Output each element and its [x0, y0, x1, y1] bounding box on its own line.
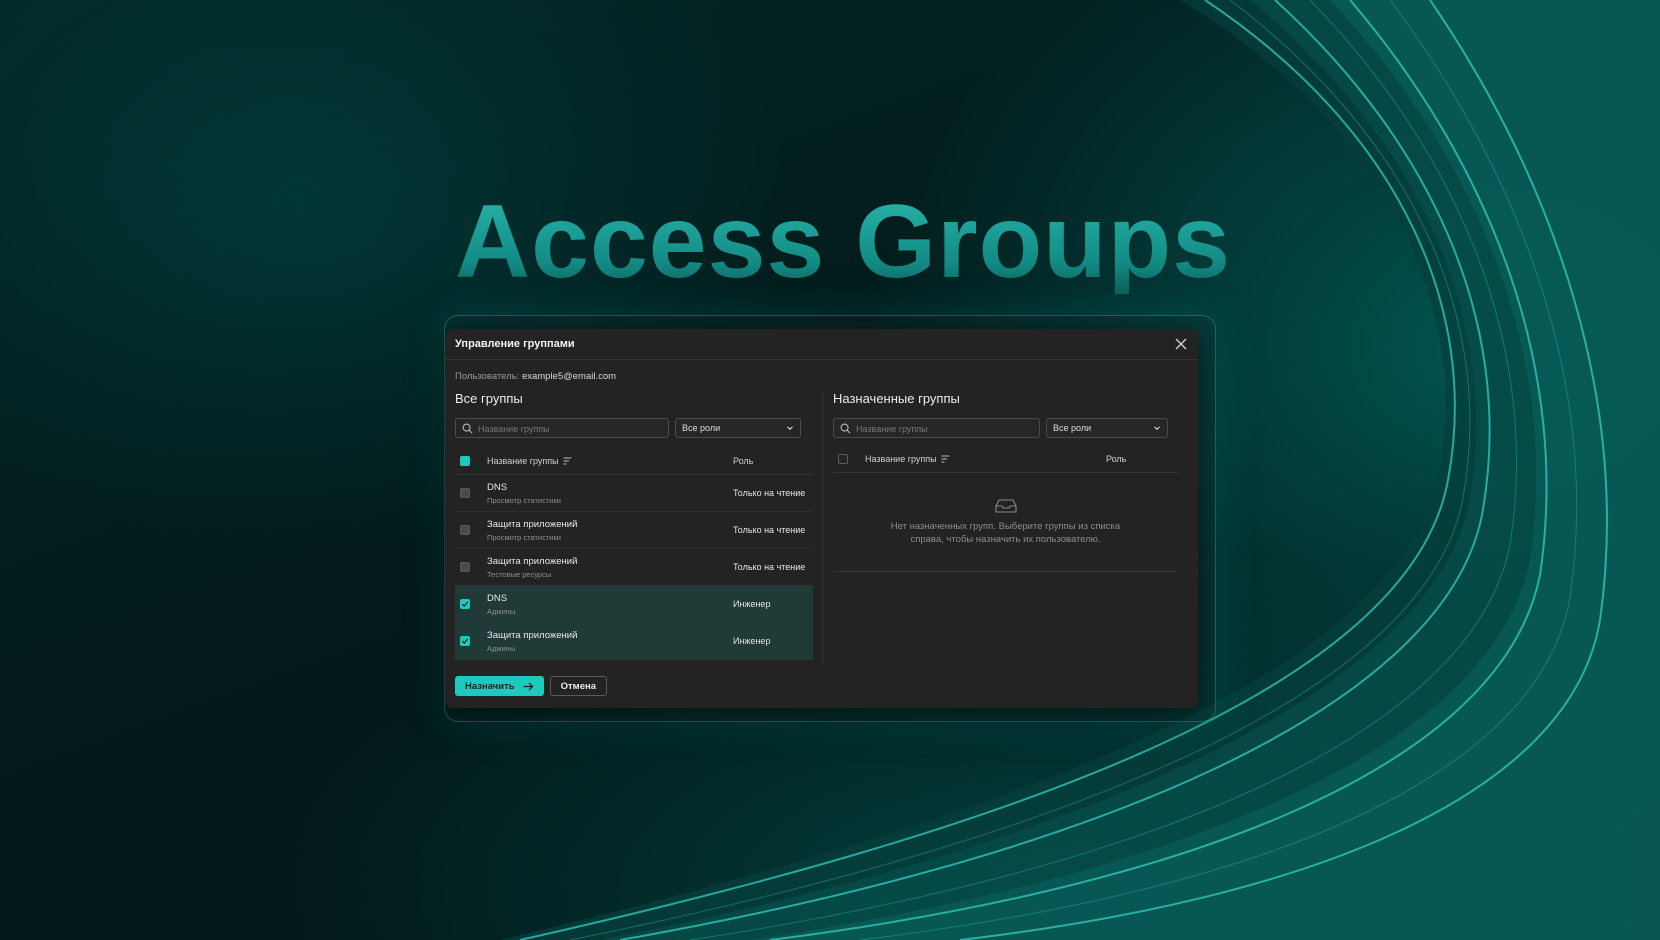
group-subtitle: Просмотр статистики: [487, 532, 561, 542]
group-subtitle: Тестовые ресурсы: [487, 569, 552, 579]
assigned-groups-search-input[interactable]: [834, 420, 1039, 438]
group-role: Инженер: [733, 636, 771, 646]
table-row[interactable]: DNS Админы Инженер: [455, 586, 813, 623]
empty-state: Нет назначенных групп. Выберите группы и…: [833, 473, 1178, 572]
group-name: Защита приложений: [487, 629, 578, 641]
dialog-footer: Назначить Отмена: [455, 676, 607, 696]
assigned-groups-title: Назначенные группы: [833, 391, 960, 406]
group-name: Защита приложений: [487, 555, 578, 567]
user-info: Пользователь: example5@email.com: [455, 371, 616, 382]
all-groups-table: Название группы Роль DNS Просмотр статис…: [455, 448, 813, 660]
group-role: Только на чтение: [733, 525, 806, 535]
column-header-role: Роль: [733, 456, 754, 466]
column-header-name[interactable]: Название группы: [487, 456, 559, 466]
group-subtitle: Админы: [487, 643, 516, 653]
column-header-role: Роль: [1106, 454, 1127, 464]
assigned-groups-pane: Назначенные группы Все роли: [833, 389, 1178, 572]
group-name: DNS: [487, 592, 508, 604]
assigned-groups-filters: Все роли: [833, 418, 1178, 438]
row-checkbox[interactable]: [460, 636, 470, 646]
search-icon: [840, 423, 851, 434]
assigned-groups-search: [833, 418, 1040, 438]
all-groups-role-select[interactable]: Все роли: [675, 418, 801, 438]
row-checkbox[interactable]: [460, 562, 470, 572]
table-row[interactable]: Защита приложений Тестовые ресурсы Тольк…: [455, 549, 813, 586]
all-groups-role-value: Все роли: [682, 423, 721, 433]
all-groups-title: Все группы: [455, 391, 523, 406]
all-groups-search-input[interactable]: [456, 420, 668, 438]
row-checkbox[interactable]: [460, 525, 470, 535]
inbox-icon: [994, 499, 1017, 513]
assigned-groups-role-value: Все роли: [1053, 423, 1092, 433]
select-all-checkbox[interactable]: [460, 456, 470, 466]
check-icon: [461, 601, 469, 607]
check-icon: [461, 638, 469, 644]
table-row[interactable]: Защита приложений Просмотр статистики То…: [455, 512, 813, 549]
arrow-right-icon: [523, 682, 534, 690]
sort-icon[interactable]: [941, 455, 950, 463]
hero-title: Access Groups: [455, 184, 1231, 300]
table-row[interactable]: Защита приложений Админы Инженер: [455, 623, 813, 660]
manage-groups-dialog: Управление группами Пользователь: exampl…: [445, 329, 1198, 708]
dialog-header: Управление группами: [445, 329, 1198, 360]
all-groups-search: [455, 418, 669, 438]
group-name: DNS: [487, 481, 508, 493]
column-header-name[interactable]: Название группы: [865, 454, 937, 464]
all-groups-table-header: Название группы Роль: [455, 448, 813, 475]
dialog-title: Управление группами: [455, 338, 575, 350]
group-name: Защита приложений: [487, 518, 578, 530]
partial-check-icon: [462, 458, 468, 464]
row-checkbox[interactable]: [460, 488, 470, 498]
group-role: Инженер: [733, 599, 771, 609]
close-icon[interactable]: [1174, 337, 1188, 351]
chevron-down-icon: [787, 426, 793, 431]
assign-button-label: Назначить: [465, 680, 515, 692]
select-all-assigned-checkbox[interactable]: [838, 454, 848, 464]
group-role: Только на чтение: [733, 562, 806, 572]
table-row[interactable]: DNS Просмотр статистики Только на чтение: [455, 475, 813, 512]
assign-button[interactable]: Назначить: [455, 676, 544, 696]
search-icon: [462, 423, 473, 434]
cancel-button[interactable]: Отмена: [549, 676, 607, 696]
assigned-groups-role-select[interactable]: Все роли: [1046, 418, 1168, 438]
pane-divider: [822, 393, 823, 663]
group-subtitle: Админы: [487, 606, 516, 616]
group-role: Только на чтение: [733, 488, 806, 498]
assigned-groups-table: Название группы Роль Нет назначенных гру…: [833, 446, 1178, 572]
all-groups-filters: Все роли: [455, 418, 813, 438]
user-label: Пользователь:: [455, 371, 520, 382]
row-checkbox[interactable]: [460, 599, 470, 609]
assigned-groups-table-header: Название группы Роль: [833, 446, 1178, 473]
chevron-down-icon: [1154, 426, 1160, 431]
empty-state-text: Нет назначенных групп. Выберите группы и…: [890, 521, 1121, 545]
all-groups-pane: Все группы Все роли: [455, 389, 813, 660]
group-subtitle: Просмотр статистики: [487, 495, 561, 505]
user-email: example5@email.com: [521, 371, 617, 382]
sort-icon[interactable]: [563, 457, 572, 465]
